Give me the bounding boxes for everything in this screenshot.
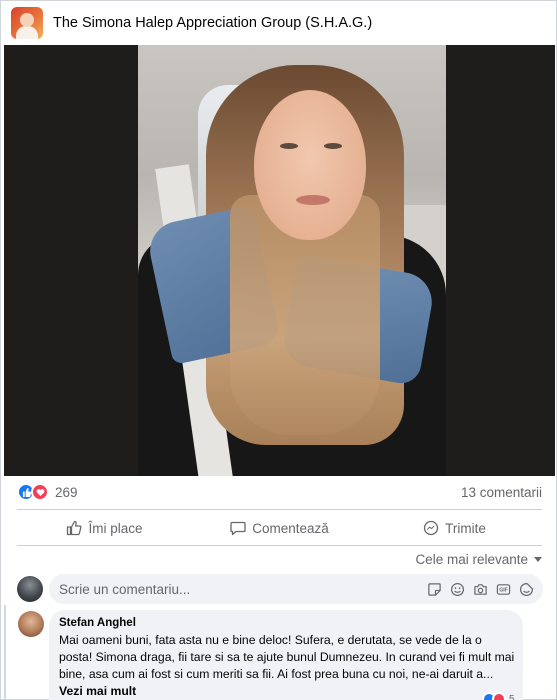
comment-text: Mai oameni buni, fata asta nu e bine del… [59, 632, 515, 700]
sticker-smile-icon[interactable] [517, 580, 535, 598]
comments-count-link[interactable]: 13 comentarii [461, 485, 542, 500]
messenger-icon [423, 520, 439, 536]
divider [17, 545, 542, 546]
comment-label: Comentează [252, 520, 329, 536]
gif-icon[interactable]: GIF [494, 580, 512, 598]
reaction-summary[interactable]: 269 [17, 483, 78, 501]
photo-content [138, 45, 446, 476]
comment-bubble: Stefan Anghel Mai oameni buni, fata asta… [49, 610, 523, 700]
post-actions: Îmi place Comentează Trimite [17, 512, 542, 544]
chevron-down-icon [534, 557, 542, 562]
svg-text:GIF: GIF [499, 587, 508, 593]
reaction-count: 269 [55, 484, 78, 500]
post-photo[interactable] [4, 45, 555, 476]
comment-reaction-count: 5 [509, 693, 515, 700]
post-header: The Simona Halep Appreciation Group (S.H… [1, 1, 557, 45]
love-reaction-icon [31, 483, 49, 501]
camera-icon[interactable] [471, 580, 489, 598]
share-label: Trimite [445, 520, 486, 536]
see-more-link[interactable]: Vezi mai mult [59, 684, 136, 698]
like-button[interactable]: Îmi place [17, 512, 192, 544]
divider [17, 509, 542, 510]
comment-author[interactable]: Stefan Anghel [59, 617, 515, 629]
current-user-avatar[interactable] [17, 576, 43, 602]
like-label: Îmi place [88, 520, 143, 536]
comment-sort-dropdown[interactable]: Cele mai relevante [415, 552, 542, 567]
comment-button[interactable]: Comentează [192, 512, 367, 544]
comment-input[interactable] [59, 581, 389, 597]
post-card: The Simona Halep Appreciation Group (S.H… [0, 0, 557, 700]
comment-reactions[interactable]: 5 [482, 692, 515, 700]
thumbs-up-icon [67, 520, 82, 536]
emoji-icon[interactable] [448, 580, 466, 598]
sort-label: Cele mai relevante [415, 552, 528, 567]
comment-body: Mai oameni buni, fata asta nu e bine del… [59, 633, 515, 681]
sticker-icon[interactable] [425, 580, 443, 598]
group-name[interactable]: The Simona Halep Appreciation Group (S.H… [53, 15, 372, 31]
comment-icon [230, 521, 246, 536]
commenter-avatar[interactable] [18, 611, 44, 637]
comment-thread-line [4, 605, 6, 700]
composer-tools: GIF [420, 580, 535, 598]
share-button[interactable]: Trimite [367, 512, 542, 544]
love-reaction-icon [492, 692, 506, 700]
group-avatar[interactable] [11, 7, 43, 39]
comment-composer: GIF [49, 574, 543, 604]
